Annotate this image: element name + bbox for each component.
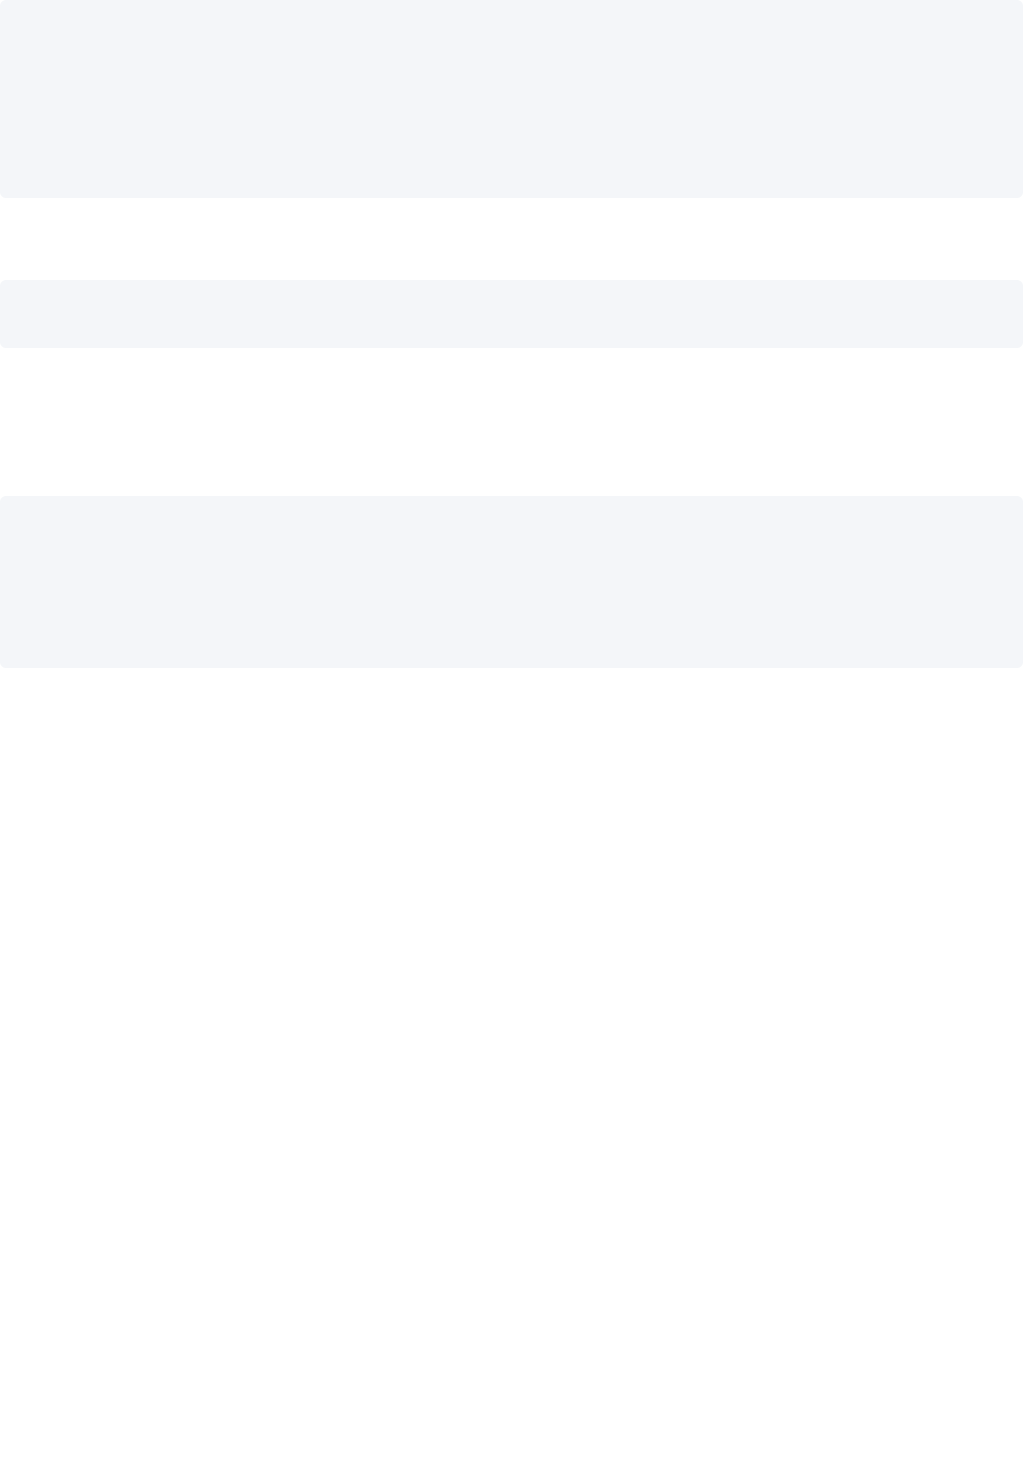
placeholder-block-2 xyxy=(0,280,1023,348)
placeholder-block-1 xyxy=(0,0,1023,198)
placeholder-block-3 xyxy=(0,496,1023,668)
